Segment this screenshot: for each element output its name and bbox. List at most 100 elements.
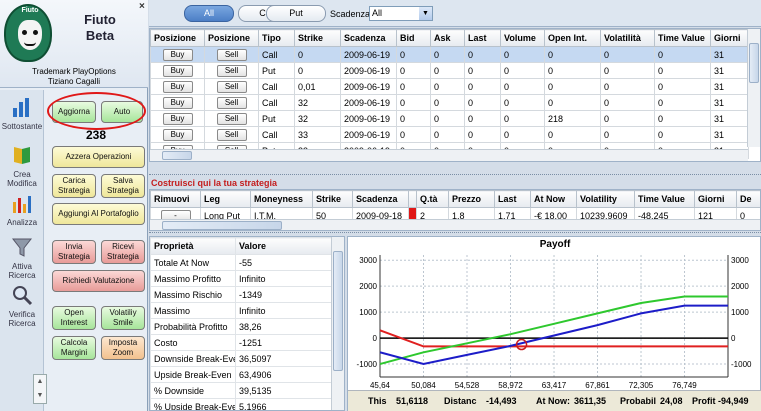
column-header[interactable]: Strike (294, 29, 341, 47)
column-header[interactable]: Giorni (694, 190, 737, 208)
table-cell: 31 (710, 78, 749, 95)
buy-button[interactable]: Buy (162, 48, 193, 61)
buy-button[interactable]: Buy (162, 128, 193, 141)
column-header[interactable]: Posizione (150, 29, 205, 47)
column-header[interactable]: Strike (312, 190, 353, 208)
options-vscroll[interactable] (747, 29, 760, 147)
scroll-thumb[interactable] (333, 251, 343, 371)
options-hscroll[interactable] (150, 149, 748, 161)
table-cell: 2009-06-19 (340, 94, 397, 111)
status-probabil-value: 24,08 (660, 396, 683, 406)
scroll-thumb[interactable] (749, 43, 759, 83)
carica-strategia-button[interactable]: Carica Strategia (52, 174, 96, 198)
column-header[interactable]: Prezzo (448, 190, 495, 208)
sell-button[interactable]: Sell (216, 96, 247, 109)
column-header[interactable]: Valore (235, 237, 334, 255)
nav-label: Crea Modifica (7, 170, 37, 188)
column-header[interactable]: Posizione (204, 29, 259, 47)
ricevi-strategia-button[interactable]: Ricevi Strategia (101, 240, 145, 264)
table-row[interactable]: Buy Sell Call 33 2009-06-19 0 0 0 0 0 0 0 31 (150, 126, 749, 143)
column-header[interactable]: Volatility (576, 190, 635, 208)
buy-cell: Buy (150, 94, 205, 111)
column-header[interactable]: Tipo (258, 29, 295, 47)
sell-button[interactable]: Sell (216, 128, 247, 141)
table-cell: 2009-06-19 (340, 78, 397, 95)
table-cell: 0 (600, 78, 655, 95)
column-header[interactable]: Leg (200, 190, 251, 208)
scadenza-value: All (372, 8, 383, 18)
sell-button[interactable]: Sell (216, 48, 247, 61)
filter-all-button[interactable]: All (184, 5, 234, 22)
payoff-chart[interactable]: 3000 2000 1000 0 -1000 3000 2000 1000 0 -1000 45,6… (348, 251, 761, 390)
column-header[interactable]: Bid (396, 29, 431, 47)
table-cell: 0 (600, 46, 655, 63)
chevron-down-icon[interactable]: ▼ (419, 7, 432, 20)
column-header[interactable]: Giorni (710, 29, 749, 47)
column-header[interactable]: Proprietà (150, 237, 236, 255)
close-icon[interactable]: × (139, 1, 145, 12)
column-header[interactable]: Volatilità (600, 29, 655, 47)
invia-strategia-button[interactable]: Invia Strategia (52, 240, 96, 264)
filter-put-button[interactable]: Put (266, 5, 326, 22)
nav-verifica-ricerca[interactable]: Verifica Ricerca (0, 284, 44, 328)
column-header[interactable]: Ask (430, 29, 465, 47)
property-name: Totale At Now (150, 254, 236, 271)
column-header[interactable]: Last (494, 190, 531, 208)
imposta-zoom-button[interactable]: Imposta Zoom (101, 336, 145, 360)
sell-button[interactable]: Sell (216, 80, 247, 93)
nav-attiva-ricerca[interactable]: Attiva Ricerca (0, 236, 44, 280)
column-header[interactable]: Time Value (634, 190, 695, 208)
property-value: 38,26 (235, 318, 334, 335)
azzera-operazioni-button[interactable]: Azzera Operazioni (52, 146, 145, 168)
buy-button[interactable]: Buy (162, 112, 193, 125)
sell-button[interactable]: Sell (216, 112, 247, 125)
table-row[interactable]: Buy Sell Call 0 2009-06-19 0 0 0 0 0 0 0 31 (150, 46, 749, 63)
richiedi-valutazione-button[interactable]: Richiedi Valutazione (52, 270, 145, 292)
scadenza-select[interactable]: All ▼ (369, 6, 433, 21)
salva-strategia-button[interactable]: Salva Strategia (101, 174, 145, 198)
nav-sottostante[interactable]: Sottostante (0, 96, 44, 131)
nav-analizza[interactable]: Analizza (0, 192, 44, 227)
table-cell: 0 (654, 94, 711, 111)
buy-button[interactable]: Buy (162, 80, 193, 93)
table-row[interactable]: Buy Sell Put 0 2009-06-19 0 0 0 0 0 0 0 31 (150, 62, 749, 79)
strategy-hscroll[interactable] (150, 219, 760, 230)
table-cell: 0 (430, 62, 465, 79)
column-header[interactable]: Moneyness (250, 190, 313, 208)
table-row[interactable]: Buy Sell Call 0,01 2009-06-19 0 0 0 0 0 0 0 31 (150, 78, 749, 95)
nav-scroll[interactable]: ▲ ▼ (33, 374, 47, 404)
table-row[interactable]: Buy Sell Put 32 2009-06-19 0 0 0 0 218 0 0 31 (150, 110, 749, 127)
scroll-thumb[interactable] (162, 151, 192, 160)
column-header[interactable]: Rimuovi (150, 190, 201, 208)
column-header[interactable]: Q.tà (416, 190, 449, 208)
column-header[interactable]: Volume (500, 29, 545, 47)
payoff-chart-panel: Payoff 3000 2000 1000 0 -1000 3000 2000 1000 0 -1… (347, 236, 761, 411)
scroll-up-icon[interactable]: ▲ (34, 375, 46, 389)
column-header[interactable]: Scadenza (352, 190, 409, 208)
scroll-down-icon[interactable]: ▼ (34, 389, 46, 403)
column-header[interactable]: Last (464, 29, 501, 47)
sell-cell: Sell (204, 126, 259, 143)
properties-vscroll[interactable] (331, 237, 344, 410)
column-header[interactable]: De (736, 190, 760, 208)
column-header[interactable]: Scadenza (340, 29, 397, 47)
status-atnow-value: 3611,35 (574, 396, 607, 406)
volatility-smile-button[interactable]: Volatiliy Smile (101, 306, 145, 330)
table-cell: 33 (294, 126, 341, 143)
funnel-icon (11, 238, 33, 257)
property-row: % Downside 39,5135 (150, 382, 334, 399)
buy-button[interactable]: Buy (162, 96, 193, 109)
column-header[interactable] (408, 190, 417, 208)
buy-button[interactable]: Buy (162, 64, 193, 77)
column-header[interactable]: Open Int. (544, 29, 601, 47)
column-header[interactable]: Time Value (654, 29, 711, 47)
nav-crea-modifica[interactable]: Crea Modifica (0, 144, 44, 188)
scroll-thumb[interactable] (162, 221, 282, 230)
table-cell: 31 (710, 62, 749, 79)
table-row[interactable]: Buy Sell Call 32 2009-06-19 0 0 0 0 0 0 0 31 (150, 94, 749, 111)
sell-button[interactable]: Sell (216, 64, 247, 77)
open-interest-button[interactable]: Open Interest (52, 306, 96, 330)
calcola-margini-button[interactable]: Calcola Margini (52, 336, 96, 360)
aggiungi-portafoglio-button[interactable]: Aggiungi Al Portafoglio (52, 203, 145, 225)
column-header[interactable]: At Now (530, 190, 577, 208)
